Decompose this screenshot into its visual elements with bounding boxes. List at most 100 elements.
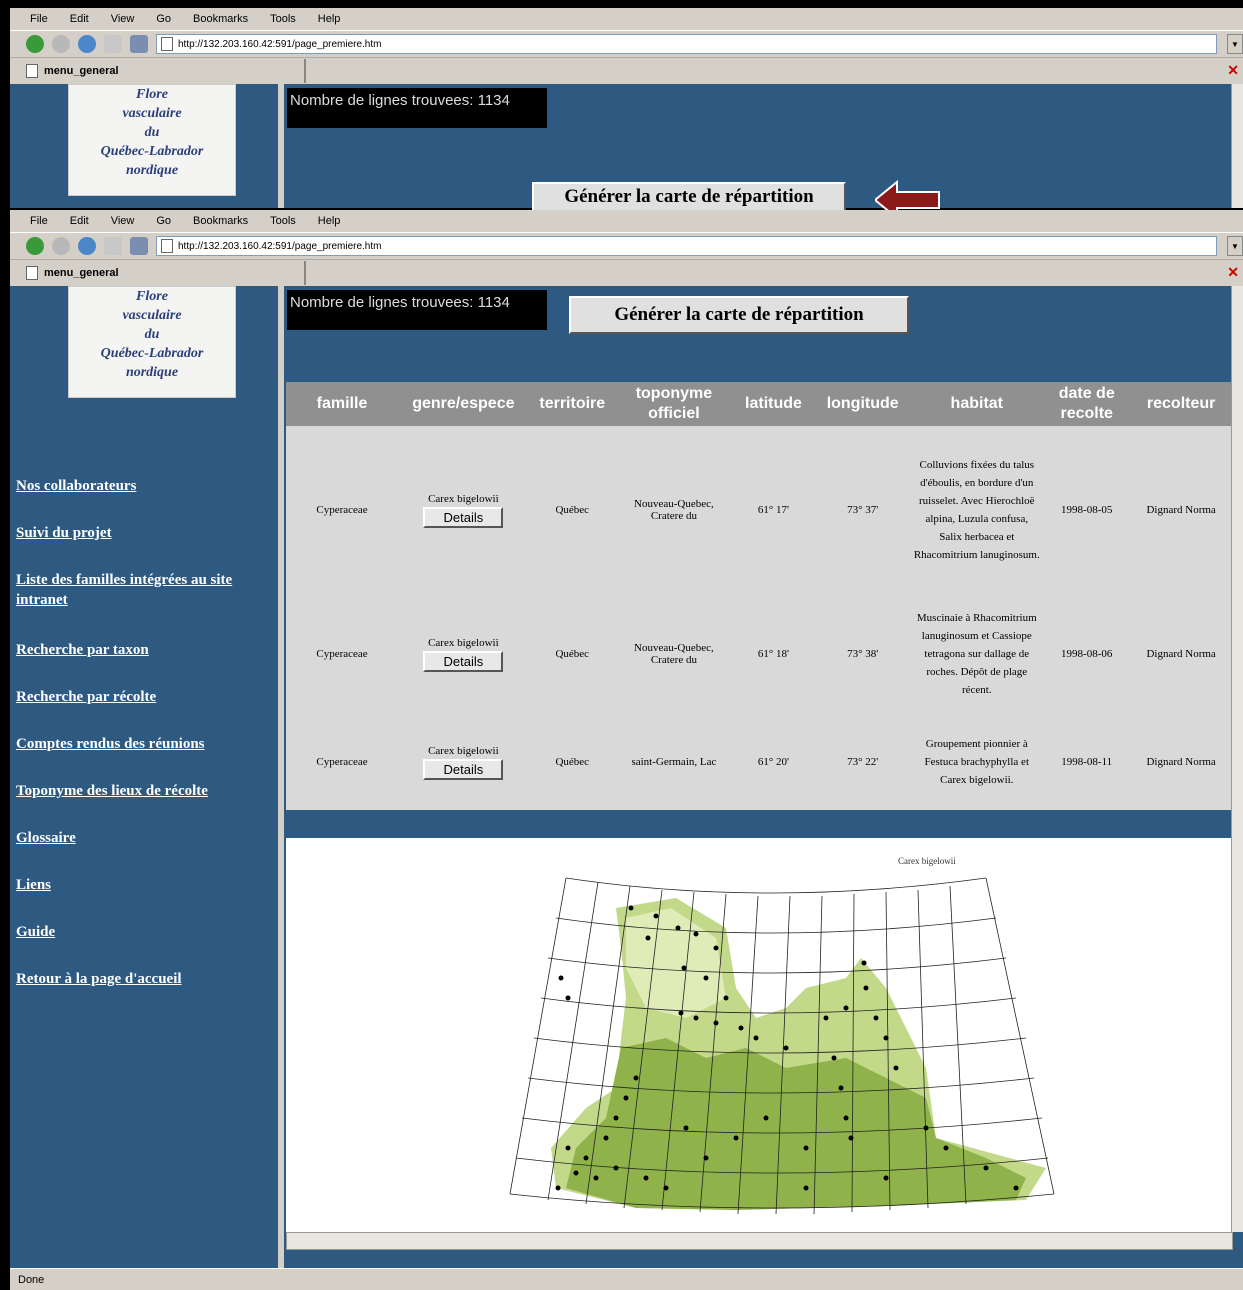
page-icon: [26, 266, 38, 280]
horizontal-scrollbar[interactable]: [286, 1232, 1233, 1250]
frame-splitter[interactable]: [278, 84, 284, 208]
details-button[interactable]: Details: [423, 758, 504, 780]
stop-icon[interactable]: [104, 237, 122, 255]
cell-toponyme: saint-Germain, Lac: [631, 756, 717, 768]
col-famille: famille: [286, 382, 399, 426]
generate-map-button[interactable]: Générer la carte de répartition: [532, 182, 846, 212]
link-guide[interactable]: Guide: [16, 922, 241, 969]
menu-file[interactable]: File: [30, 13, 48, 25]
menu-edit[interactable]: Edit: [70, 13, 89, 25]
nav-toolbar: http://132.203.160.42:591/page_premiere.…: [10, 232, 1243, 259]
menu-view[interactable]: View: [111, 13, 135, 25]
cell-latitude: 61° 18': [757, 648, 790, 660]
logo-line: nordique: [125, 163, 179, 178]
menu-file[interactable]: File: [30, 215, 48, 227]
link-nos-collaborateurs[interactable]: Nos collaborateurs: [16, 476, 241, 523]
close-tab-icon[interactable]: ✕: [1227, 62, 1239, 79]
menu-bookmarks[interactable]: Bookmarks: [193, 215, 248, 227]
close-tab-icon[interactable]: ✕: [1227, 264, 1239, 281]
col-date-recolte: date de recolte: [1043, 382, 1131, 426]
cell-longitude: 73° 38': [847, 648, 879, 660]
map-vertical-scrollbar[interactable]: [1231, 838, 1243, 1232]
menu-tools[interactable]: Tools: [270, 13, 296, 25]
col-toponyme: toponyme officiel: [615, 382, 732, 426]
menu-help[interactable]: Help: [318, 215, 341, 227]
menu-view[interactable]: View: [111, 215, 135, 227]
url-text: http://132.203.160.42:591/page_premiere.…: [178, 38, 382, 50]
cell-habitat: Muscinaie à Rhacomitrium lanuginosum et …: [916, 612, 1037, 696]
url-input[interactable]: http://132.203.160.42:591/page_premiere.…: [156, 236, 1217, 256]
forward-icon[interactable]: [52, 237, 70, 255]
url-input[interactable]: http://132.203.160.42:591/page_premiere.…: [156, 34, 1217, 54]
cell-recolteur: Dignard Norma: [1146, 504, 1216, 516]
link-suivi-du-projet[interactable]: Suivi du projet: [16, 523, 241, 570]
cell-date: 1998-08-05: [1061, 504, 1113, 516]
table-row: Cyperaceae Carex bigelowii Details Québec…: [286, 714, 1232, 810]
cell-territoire: Québec: [555, 648, 590, 660]
tab-bar: menu_general ✕: [10, 57, 1243, 84]
status-bar: Done: [10, 1268, 1243, 1290]
col-longitude: longitude: [814, 382, 911, 426]
cell-espece: Carex bigelowii Details: [398, 426, 529, 594]
back-icon[interactable]: [26, 35, 44, 53]
details-button[interactable]: Details: [423, 506, 504, 528]
tab-menu-general[interactable]: menu_general: [10, 261, 306, 285]
link-retour-accueil[interactable]: Retour à la page d'accueil: [16, 969, 241, 1016]
reload-icon[interactable]: [78, 35, 96, 53]
menu-bar: File Edit View Go Bookmarks Tools Help: [10, 8, 1243, 30]
frame-splitter[interactable]: [278, 286, 284, 1268]
menu-edit[interactable]: Edit: [70, 215, 89, 227]
logo: Flore vasculaire du Québec-Labrador nord…: [68, 84, 236, 196]
link-glossaire[interactable]: Glossaire: [16, 828, 241, 875]
link-toponyme[interactable]: Toponyme des lieux de récolte: [16, 781, 241, 828]
link-liens[interactable]: Liens: [16, 875, 241, 922]
table-header-row: famille genre/espece territoire toponyme…: [286, 382, 1232, 426]
reload-icon[interactable]: [78, 237, 96, 255]
link-recherche-par-recolte[interactable]: Recherche par récolte: [16, 687, 241, 734]
menu-go[interactable]: Go: [156, 215, 171, 227]
cell-territoire: Québec: [555, 756, 590, 768]
url-text: http://132.203.160.42:591/page_premiere.…: [178, 240, 382, 252]
menu-help[interactable]: Help: [318, 13, 341, 25]
home-icon[interactable]: [130, 35, 148, 53]
cell-longitude: 73° 22': [847, 756, 879, 768]
cell-habitat: Colluvions fixées du talus d'éboulis, en…: [913, 459, 1040, 561]
logo-line: Flore: [136, 289, 168, 304]
status-text: Done: [18, 1273, 45, 1286]
back-icon[interactable]: [26, 237, 44, 255]
forward-icon[interactable]: [52, 35, 70, 53]
sidebar-links: Nos collaborateurs Suivi du projet Liste…: [16, 476, 241, 1016]
logo-line: Québec-Labrador: [100, 144, 204, 159]
tab-bar: menu_general ✕: [10, 259, 1243, 286]
url-dropdown-icon[interactable]: ▼: [1227, 34, 1243, 54]
vertical-scrollbar[interactable]: [1231, 84, 1243, 208]
menu-bookmarks[interactable]: Bookmarks: [193, 13, 248, 25]
stop-icon[interactable]: [104, 35, 122, 53]
tab-menu-general[interactable]: menu_general: [10, 59, 306, 83]
menu-tools[interactable]: Tools: [270, 215, 296, 227]
url-dropdown-icon[interactable]: ▼: [1227, 236, 1243, 256]
cell-longitude: 73° 37': [847, 504, 879, 516]
browser-window-main: File Edit View Go Bookmarks Tools Help h…: [10, 210, 1243, 1268]
link-liste-des-familles[interactable]: Liste des familles intégrées au site int…: [16, 570, 241, 640]
link-comptes-rendus[interactable]: Comptes rendus des réunions: [16, 734, 241, 781]
sidebar: Flore vasculaire du Québec-Labrador nord…: [10, 84, 278, 208]
logo-line: vasculaire: [122, 106, 182, 121]
cell-territoire: Québec: [555, 504, 590, 516]
home-icon[interactable]: [130, 237, 148, 255]
menu-go[interactable]: Go: [156, 13, 171, 25]
nav-toolbar: http://132.203.160.42:591/page_premiere.…: [10, 30, 1243, 57]
results-vertical-scrollbar[interactable]: [1231, 286, 1243, 838]
logo: Flore vasculaire du Québec-Labrador nord…: [68, 286, 236, 398]
link-recherche-par-taxon[interactable]: Recherche par taxon: [16, 640, 241, 687]
logo-line: du: [144, 125, 160, 140]
cell-date: 1998-08-11: [1061, 756, 1113, 768]
details-button[interactable]: Details: [423, 650, 504, 672]
generate-map-button[interactable]: Générer la carte de répartition: [569, 296, 909, 334]
col-recolteur: recolteur: [1130, 382, 1232, 426]
cell-espece: Carex bigelowii Details: [398, 594, 529, 714]
map-pane: Carex bigelowii: [286, 838, 1231, 1232]
page-icon: [161, 37, 173, 51]
logo-line: nordique: [125, 365, 179, 380]
logo-line: Québec-Labrador: [100, 346, 204, 361]
